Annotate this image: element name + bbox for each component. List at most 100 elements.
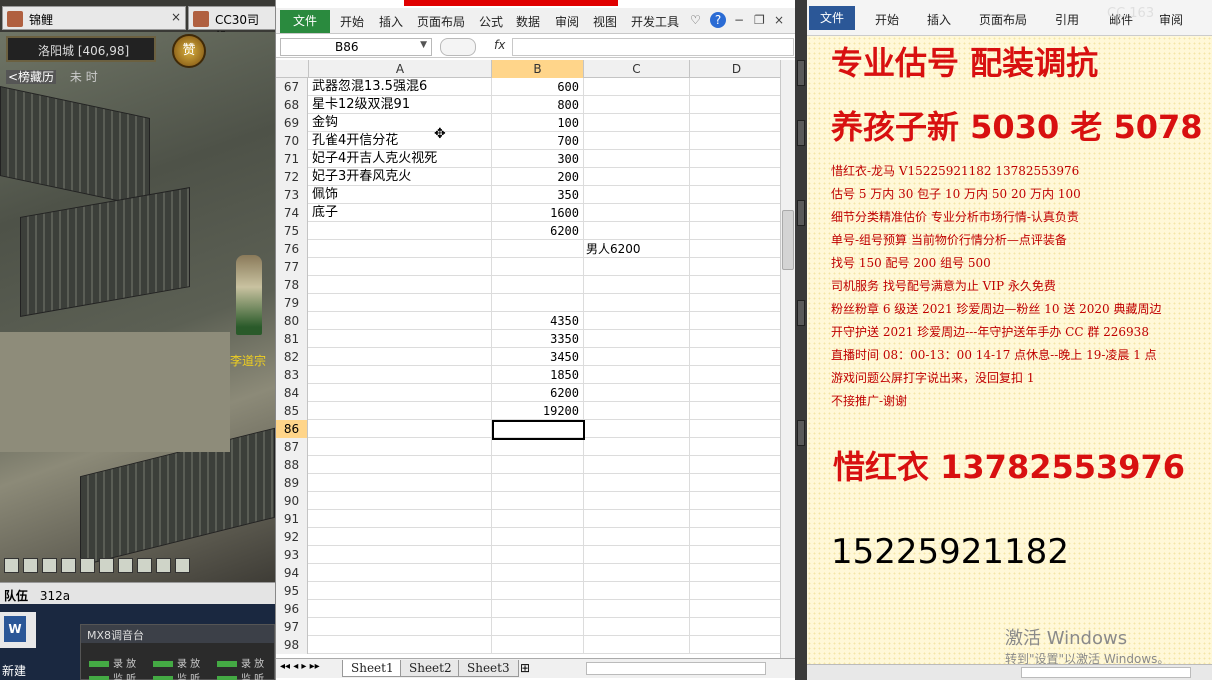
cell-a[interactable]: [309, 366, 492, 384]
cell-c[interactable]: [584, 474, 690, 492]
cell-d[interactable]: [690, 384, 784, 402]
cell-c[interactable]: [584, 546, 690, 564]
help-icon[interactable]: ?: [710, 12, 726, 28]
scrollbar-thumb[interactable]: [1021, 667, 1191, 678]
cell-b[interactable]: [492, 492, 584, 510]
cell-a[interactable]: [309, 600, 492, 618]
cell-b[interactable]: [492, 510, 584, 528]
cell-c[interactable]: [584, 564, 690, 582]
toolbar-icon[interactable]: [118, 558, 133, 573]
horizontal-scrollbar[interactable]: [586, 662, 766, 675]
cell-d[interactable]: [690, 492, 784, 510]
table-row[interactable]: 85 19200: [276, 402, 784, 420]
cell-b[interactable]: [492, 618, 584, 636]
mixer-group[interactable]: 录 放监 听: [217, 655, 275, 680]
table-row[interactable]: 87: [276, 438, 784, 456]
excel-window[interactable]: 文件 开始 插入 页面布局 公式 数据 审阅 视图 开发工具 ♡ ? − ❐ ×…: [275, 0, 796, 680]
formula-bar[interactable]: B86 ▼ fx: [276, 36, 796, 58]
cell-b[interactable]: [492, 258, 584, 276]
cell-d[interactable]: [690, 564, 784, 582]
team-input[interactable]: 312a: [40, 589, 70, 603]
menu-references[interactable]: 引用: [1055, 11, 1079, 28]
cell-b[interactable]: [492, 636, 584, 654]
cell-a[interactable]: [309, 546, 492, 564]
cell-b[interactable]: 100: [492, 114, 584, 132]
table-row[interactable]: 71 妃子4开吉人克火视死 300: [276, 150, 784, 168]
table-row[interactable]: 79: [276, 294, 784, 312]
game-toolbar[interactable]: [4, 558, 230, 578]
table-row[interactable]: 88: [276, 456, 784, 474]
toolbar-icon[interactable]: [61, 558, 76, 573]
cell-a[interactable]: 妃子3开春风克火: [309, 168, 492, 186]
npc-character[interactable]: [236, 255, 262, 335]
cell-d[interactable]: [690, 294, 784, 312]
table-row[interactable]: 98: [276, 636, 784, 654]
sheet-tab-1[interactable]: Sheet1: [342, 660, 403, 677]
cell-b[interactable]: 6200: [492, 384, 584, 402]
toolbar-icon[interactable]: [137, 558, 152, 573]
fx-icon[interactable]: fx: [494, 38, 505, 52]
toolbar-icon[interactable]: [156, 558, 171, 573]
cell-c[interactable]: [584, 438, 690, 456]
row-number[interactable]: 87: [276, 438, 308, 456]
cell-a[interactable]: [309, 528, 492, 546]
cell-a[interactable]: 底子: [309, 204, 492, 222]
select-all[interactable]: [276, 60, 309, 78]
table-row[interactable]: 78: [276, 276, 784, 294]
cell-a[interactable]: [309, 240, 492, 258]
cell-b[interactable]: 300: [492, 150, 584, 168]
cell-c[interactable]: [584, 294, 690, 312]
table-row[interactable]: 74 底子 1600: [276, 204, 784, 222]
cell-b[interactable]: 1600: [492, 204, 584, 222]
table-row[interactable]: 73 佩饰 350: [276, 186, 784, 204]
table-row[interactable]: 72 妃子3开春风克火 200: [276, 168, 784, 186]
toolbar-icon[interactable]: [4, 558, 19, 573]
menu-data[interactable]: 数据: [516, 13, 540, 30]
row-number[interactable]: 86: [276, 420, 308, 438]
cell-d[interactable]: [690, 330, 784, 348]
cell-a[interactable]: 武器忽混13.5强混6: [309, 78, 492, 96]
cell-b[interactable]: 600: [492, 78, 584, 96]
cell-c[interactable]: [584, 168, 690, 186]
row-number[interactable]: 79: [276, 294, 308, 312]
table-row[interactable]: 75 6200: [276, 222, 784, 240]
file-tab[interactable]: 文件: [280, 10, 330, 33]
cell-c[interactable]: [584, 348, 690, 366]
word-ribbon[interactable]: 文件 开始 插入 页面布局 引用 邮件 审阅 CC.163: [807, 0, 1212, 36]
cell-c[interactable]: [584, 492, 690, 510]
table-row[interactable]: 94: [276, 564, 784, 582]
cell-d[interactable]: [690, 186, 784, 204]
cell-d[interactable]: [690, 312, 784, 330]
row-number[interactable]: 72: [276, 168, 308, 186]
cell-d[interactable]: [690, 222, 784, 240]
cell-d[interactable]: [690, 618, 784, 636]
cell-a[interactable]: 妃子4开吉人克火视死: [309, 150, 492, 168]
row-number[interactable]: 98: [276, 636, 308, 654]
cell-b[interactable]: [492, 546, 584, 564]
table-row[interactable]: 97: [276, 618, 784, 636]
row-number[interactable]: 88: [276, 456, 308, 474]
row-number[interactable]: 81: [276, 330, 308, 348]
minimize-icon[interactable]: −: [734, 13, 744, 27]
cell-b[interactable]: 350: [492, 186, 584, 204]
cell-c[interactable]: [584, 96, 690, 114]
sheet-tab-3[interactable]: Sheet3: [458, 660, 519, 677]
cell-b[interactable]: [492, 474, 584, 492]
cell-c[interactable]: [584, 204, 690, 222]
cell-c[interactable]: [584, 618, 690, 636]
cell-d[interactable]: [690, 96, 784, 114]
cell-c[interactable]: [584, 420, 690, 438]
row-number[interactable]: 97: [276, 618, 308, 636]
cell-a[interactable]: 佩饰: [309, 186, 492, 204]
cell-b[interactable]: [492, 294, 584, 312]
formula-expand[interactable]: [440, 38, 476, 56]
toolbar-icon[interactable]: [42, 558, 57, 573]
cell-c[interactable]: [584, 258, 690, 276]
menu-review[interactable]: 审阅: [555, 13, 579, 30]
spreadsheet-grid[interactable]: 67 武器忽混13.5强混6 600 68 星卡12级双混91 800 69 金钩 100 70 孔…: [276, 78, 784, 658]
cell-a[interactable]: [309, 438, 492, 456]
cell-a[interactable]: [309, 456, 492, 474]
row-number[interactable]: 92: [276, 528, 308, 546]
document-page[interactable]: 专业估号 配装调抗 养孩子新 5030 老 5078 惜红衣-龙马 V15225…: [807, 36, 1212, 664]
cell-b[interactable]: [492, 456, 584, 474]
